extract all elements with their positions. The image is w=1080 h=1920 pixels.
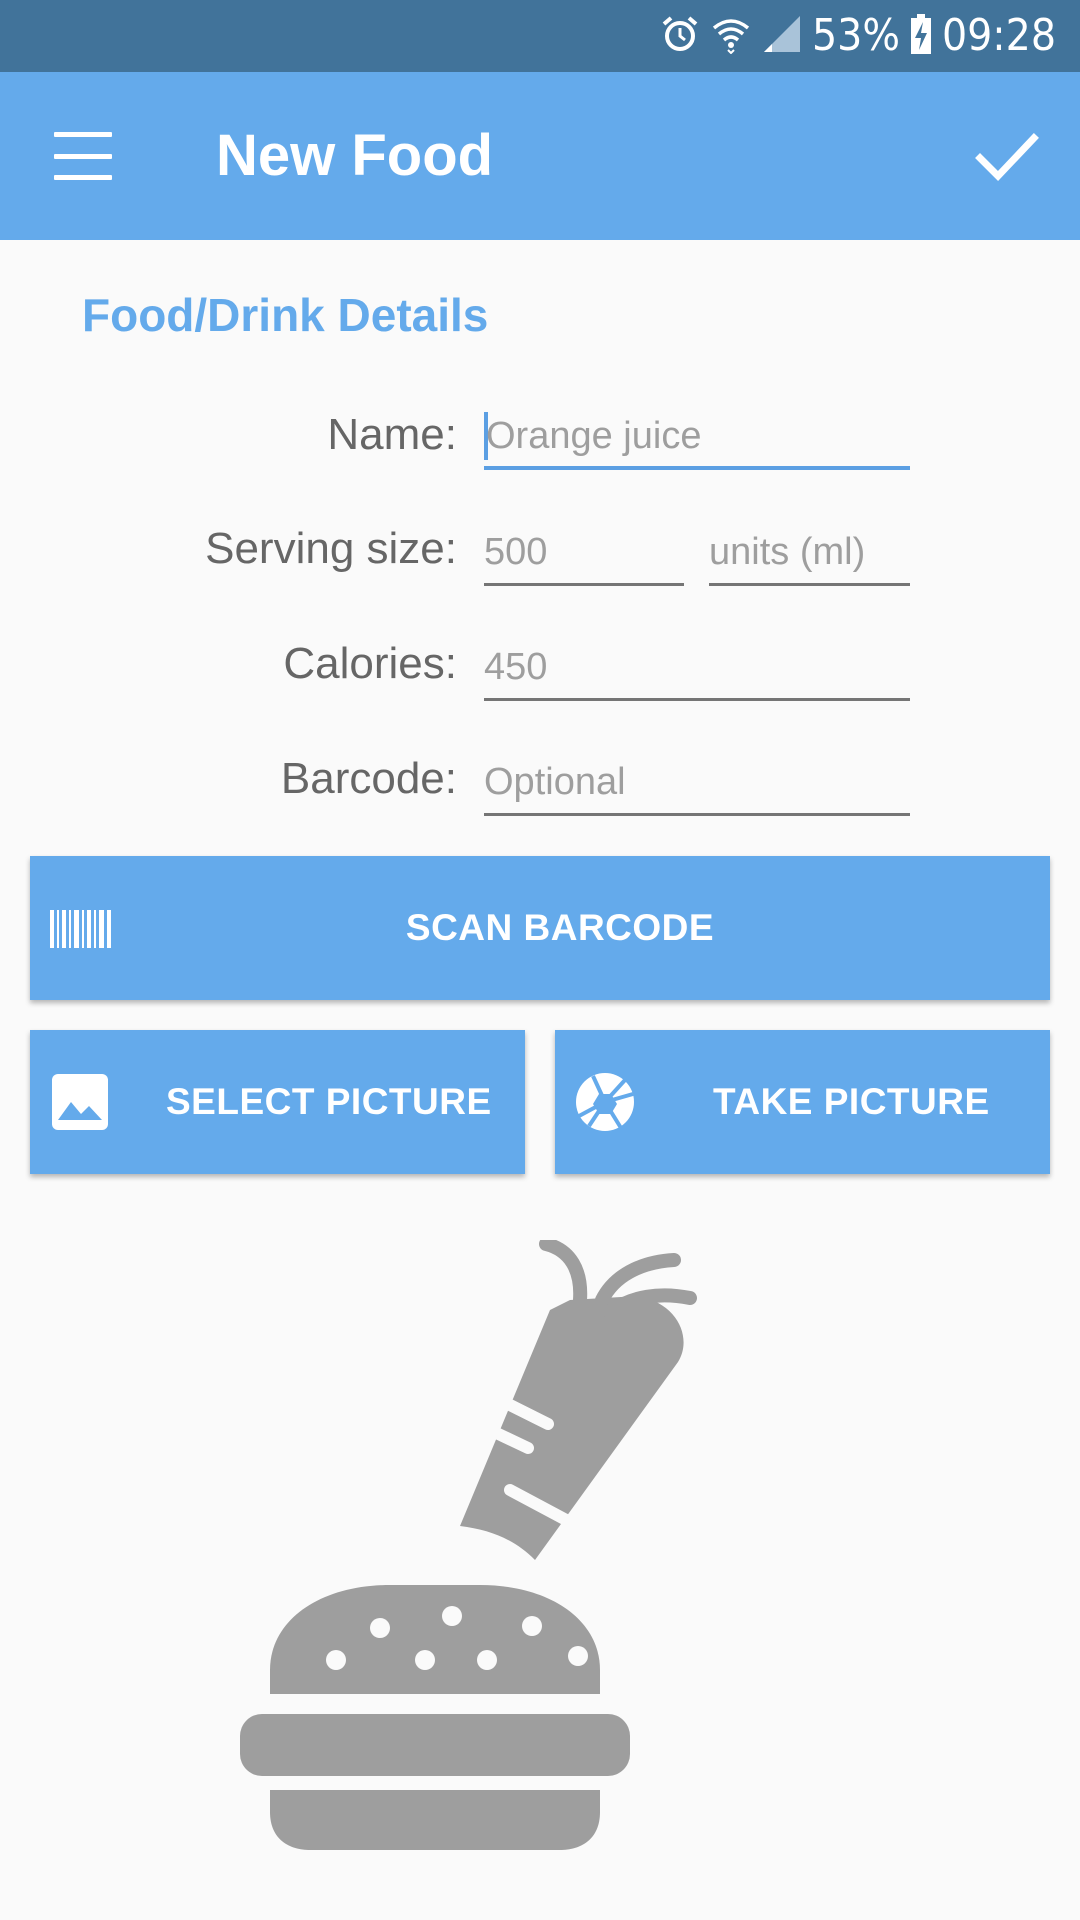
wifi-icon xyxy=(710,14,752,59)
signal-icon xyxy=(762,14,802,59)
name-placeholder: Orange juice xyxy=(486,414,702,457)
status-bar: 53% 09:28 xyxy=(0,0,1080,72)
name-input[interactable]: Orange juice xyxy=(484,406,910,470)
serving-size-input[interactable]: 500 xyxy=(484,522,684,586)
image-icon xyxy=(52,1074,108,1135)
take-picture-label: TAKE PICTURE xyxy=(713,1081,990,1122)
hamburger-menu-icon[interactable] xyxy=(54,124,112,188)
name-label: Name: xyxy=(327,410,457,459)
camera-shutter-icon xyxy=(575,1072,635,1137)
barcode-label: Barcode: xyxy=(280,754,457,803)
scan-barcode-label: SCAN BARCODE xyxy=(405,907,715,948)
take-picture-button[interactable]: TAKE PICTURE xyxy=(555,1030,1050,1174)
barcode-input[interactable]: Optional xyxy=(484,752,910,816)
battery-percent: 53% xyxy=(811,10,900,61)
battery-charging-icon xyxy=(910,13,932,59)
serving-size-placeholder: 500 xyxy=(484,531,548,573)
select-picture-button[interactable]: SELECT PICTURE xyxy=(30,1030,525,1174)
barcode-placeholder: Optional xyxy=(484,761,626,803)
calories-label: Calories: xyxy=(283,639,457,688)
check-icon[interactable] xyxy=(972,122,1040,190)
burger-carrot-icon xyxy=(230,1237,850,1860)
section-title: Food/Drink Details xyxy=(82,289,489,341)
calories-input[interactable]: 450 xyxy=(484,637,910,701)
app-bar: New Food xyxy=(0,72,1080,240)
clock: 09:28 xyxy=(941,10,1056,61)
page-title: New Food xyxy=(216,123,494,188)
scan-barcode-button[interactable]: SCAN BARCODE xyxy=(30,856,1050,1000)
calories-placeholder: 450 xyxy=(484,646,548,688)
serving-units-placeholder: units (ml) xyxy=(709,531,866,573)
serving-units-input[interactable]: units (ml) xyxy=(709,522,910,586)
select-picture-label: SELECT PICTURE xyxy=(166,1081,492,1122)
alarm-icon xyxy=(660,14,700,59)
serving-size-label: Serving size: xyxy=(205,524,457,573)
